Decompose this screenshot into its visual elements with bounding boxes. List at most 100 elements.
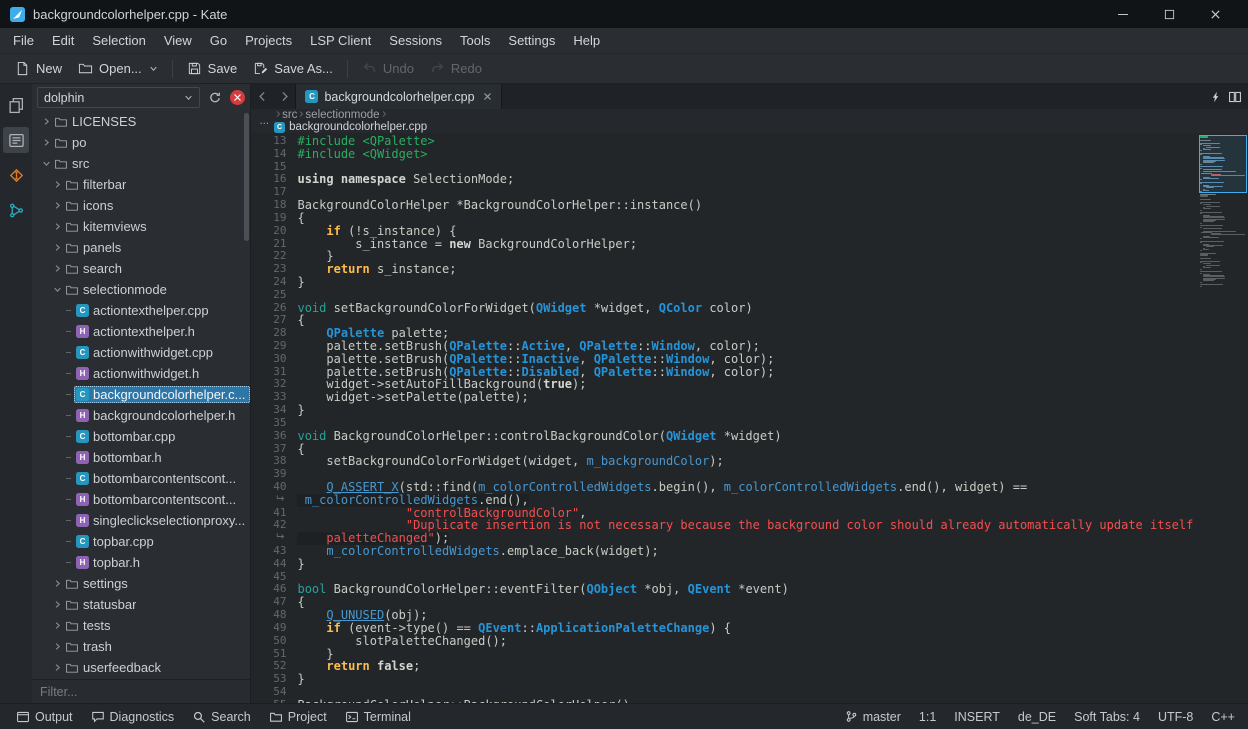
tree-item-userfeedback[interactable]: userfeedback — [32, 657, 250, 678]
redo-button[interactable]: Redo — [423, 57, 489, 80]
expand-icon[interactable] — [40, 117, 52, 126]
tree-item-topbar-h[interactable]: Htopbar.h — [32, 552, 250, 573]
menu-view[interactable]: View — [155, 30, 201, 51]
breadcrumb-item-selectionmode[interactable]: selectionmode — [305, 109, 379, 121]
filter-input[interactable] — [32, 680, 250, 703]
tree-item-singleclickselectionproxy[interactable]: Hsingleclickselectionproxy... — [32, 510, 250, 531]
code-line[interactable]: 43 m_colorControlledWidgets.emplace_back… — [251, 545, 1197, 558]
breadcrumb-collapsed[interactable]: ... — [259, 115, 269, 127]
tree-item-topbar-cpp[interactable]: Ctopbar.cpp — [32, 531, 250, 552]
breadcrumb-item-backgroundcolorhelper-cpp[interactable]: Cbackgroundcolorhelper.cpp — [274, 121, 427, 133]
tree-item-bottombarcontentscont[interactable]: Cbottombarcontentscont... — [32, 468, 250, 489]
tree-item-actionwithwidget-cpp[interactable]: Cactionwithwidget.cpp — [32, 342, 250, 363]
menu-projects[interactable]: Projects — [236, 30, 301, 51]
split-view-icon[interactable] — [1228, 90, 1242, 104]
expand-icon[interactable] — [51, 579, 63, 588]
minimap[interactable] — [1198, 133, 1248, 703]
statusbar-project-button[interactable]: Project — [261, 708, 335, 726]
tree-item-search[interactable]: search — [32, 258, 250, 279]
tree-item-icons[interactable]: icons — [32, 195, 250, 216]
expand-icon[interactable] — [51, 600, 63, 609]
tree-item-tests[interactable]: tests — [32, 615, 250, 636]
forward-button[interactable] — [273, 84, 295, 109]
tree-item-actiontexthelper-cpp[interactable]: Cactiontexthelper.cpp — [32, 300, 250, 321]
code-line[interactable]: 44} — [251, 558, 1197, 571]
tree-item-backgroundcolorhelper-c[interactable]: Cbackgroundcolorhelper.c... — [32, 384, 250, 405]
git-tool-button[interactable] — [3, 162, 29, 188]
project-selector[interactable]: dolphin — [37, 87, 200, 108]
tab-backgroundcolorhelper[interactable]: C backgroundcolorhelper.cpp — [295, 84, 501, 109]
expand-icon[interactable] — [51, 264, 63, 273]
undo-button[interactable]: Undo — [355, 57, 421, 80]
code-line[interactable]: 21 s_instance = new BackgroundColorHelpe… — [251, 238, 1197, 251]
close-button[interactable] — [1192, 0, 1238, 28]
symbols-tool-button[interactable] — [3, 197, 29, 223]
tree-item-actionwithwidget-h[interactable]: Hactionwithwidget.h — [32, 363, 250, 384]
reload-project-button[interactable] — [205, 88, 225, 108]
tree-scrollbar[interactable] — [244, 113, 249, 241]
code-line[interactable]: 38 setBackgroundColorForWidget(widget, m… — [251, 455, 1197, 468]
expand-icon[interactable] — [51, 222, 63, 231]
statusbar-diagnostics-button[interactable]: Diagnostics — [83, 708, 183, 726]
code-line[interactable]: 34} — [251, 404, 1197, 417]
tree-item-kitemviews[interactable]: kitemviews — [32, 216, 250, 237]
tree-item-panels[interactable]: panels — [32, 237, 250, 258]
new-button[interactable]: New — [8, 57, 69, 80]
code-line[interactable]: 36void BackgroundColorHelper::controlBac… — [251, 430, 1197, 443]
code-line[interactable]: 23 return s_instance; — [251, 263, 1197, 276]
status-tab-mode[interactable]: Soft Tabs: 4 — [1069, 710, 1145, 724]
maximize-button[interactable] — [1146, 0, 1192, 28]
code-editor[interactable]: 13#include <QPalette>14#include <QWidget… — [251, 133, 1248, 703]
minimize-button[interactable] — [1100, 0, 1146, 28]
statusbar-search-button[interactable]: Search — [184, 708, 259, 726]
save-as-button[interactable]: Save As... — [246, 57, 340, 80]
code-line[interactable]: 26void setBackgroundColorForWidget(QWidg… — [251, 302, 1197, 315]
documents-tool-button[interactable] — [3, 92, 29, 118]
collapse-icon[interactable] — [51, 285, 63, 294]
menu-sessions[interactable]: Sessions — [380, 30, 451, 51]
tree-item-licenses[interactable]: LICENSES — [32, 111, 250, 132]
tree-item-po[interactable]: po — [32, 132, 250, 153]
menu-selection[interactable]: Selection — [83, 30, 154, 51]
status-dictionary[interactable]: de_DE — [1013, 710, 1061, 724]
breadcrumb-item-src[interactable]: src — [282, 109, 297, 121]
menu-lsp-client[interactable]: LSP Client — [301, 30, 380, 51]
tree-item-bottombar-cpp[interactable]: Cbottombar.cpp — [32, 426, 250, 447]
tree-item-trash[interactable]: trash — [32, 636, 250, 657]
tree-item-filterbar[interactable]: filterbar — [32, 174, 250, 195]
expand-icon[interactable] — [51, 663, 63, 672]
statusbar-terminal-button[interactable]: Terminal — [337, 708, 419, 726]
code-lines[interactable]: 13#include <QPalette>14#include <QWidget… — [251, 133, 1197, 703]
expand-icon[interactable] — [51, 642, 63, 651]
code-line[interactable]: 16using namespace SelectionMode; — [251, 173, 1197, 186]
tree-item-statusbar[interactable]: statusbar — [32, 594, 250, 615]
expand-icon[interactable] — [51, 621, 63, 630]
tree-item-backgroundcolorhelper-h[interactable]: Hbackgroundcolorhelper.h — [32, 405, 250, 426]
menu-edit[interactable]: Edit — [43, 30, 83, 51]
expand-icon[interactable] — [51, 180, 63, 189]
status-cursor-position[interactable]: 1:1 — [914, 710, 941, 724]
save-button[interactable]: Save — [180, 57, 245, 80]
code-line[interactable]: 55BackgroundColorHelper::BackgroundColor… — [251, 699, 1197, 703]
tree-item-src[interactable]: src — [32, 153, 250, 174]
status-git-branch[interactable]: master — [840, 710, 906, 724]
code-line[interactable]: 50 slotPaletteChanged(); — [251, 635, 1197, 648]
menu-tools[interactable]: Tools — [451, 30, 499, 51]
tab-close-icon[interactable] — [483, 92, 492, 101]
tree-item-settings[interactable]: settings — [32, 573, 250, 594]
minimap-viewport[interactable] — [1199, 135, 1247, 193]
project-view-tool-button[interactable] — [3, 127, 29, 153]
close-project-button[interactable] — [230, 90, 245, 105]
code-line[interactable]: 24} — [251, 276, 1197, 289]
collapse-icon[interactable] — [40, 159, 52, 168]
back-button[interactable] — [251, 84, 273, 109]
tree-item-bottombarcontentscont[interactable]: Hbottombarcontentscont... — [32, 489, 250, 510]
code-line[interactable]: 33 widget->setPalette(palette); — [251, 391, 1197, 404]
menu-go[interactable]: Go — [201, 30, 236, 51]
code-line[interactable]: 52 return false; — [251, 660, 1197, 673]
tree-item-bottombar-h[interactable]: Hbottombar.h — [32, 447, 250, 468]
code-line[interactable]: 14#include <QWidget> — [251, 148, 1197, 161]
expand-icon[interactable] — [40, 138, 52, 147]
expand-icon[interactable] — [51, 201, 63, 210]
expand-icon[interactable] — [51, 243, 63, 252]
